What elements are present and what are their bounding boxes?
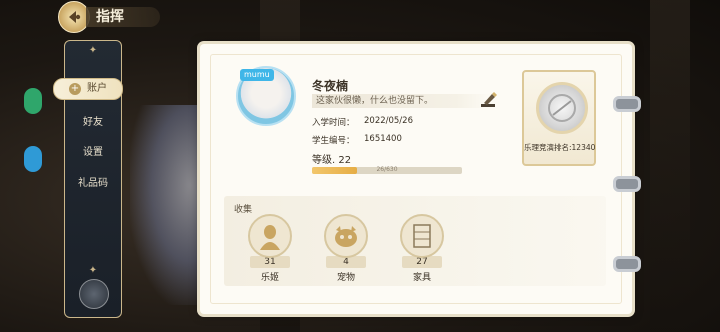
- collection-label: 家具: [412, 273, 431, 283]
- medal-icon: [536, 82, 588, 134]
- collection-item-furniture[interactable]: 27 家具: [396, 214, 448, 283]
- notebook-ring: [613, 96, 641, 112]
- collection-item-characters[interactable]: 31 乐姬: [244, 214, 296, 283]
- rank-text: 乐理竞演排名:12340: [524, 143, 596, 152]
- student-id-label: 学生编号：: [312, 136, 355, 146]
- collection-label: 宠物: [336, 273, 355, 283]
- page-title: 指挥: [86, 7, 160, 27]
- crest-icon: [79, 279, 109, 309]
- notebook-ring: [613, 256, 641, 272]
- rank-card[interactable]: 乐理竞演排名:12340: [522, 70, 596, 166]
- sidebar: ✦ + 账户 好友 设置 礼品码 ✦: [53, 40, 123, 318]
- sidebar-item-friends[interactable]: 好友: [65, 113, 121, 128]
- level-label: 等级. 22: [312, 155, 352, 166]
- sidebar-item-account[interactable]: + 账户: [53, 78, 123, 100]
- collection-label: 乐姬: [260, 273, 279, 283]
- player-name: 冬夜楠: [312, 79, 349, 93]
- student-id-value: 1651400: [364, 134, 402, 144]
- furniture-icon: [400, 214, 444, 258]
- sidebar-item-gift-code[interactable]: 礼品码: [65, 174, 121, 189]
- profile-notebook: mumu 冬夜楠 这家伙很懒，什么也没留下。 入学时间： 2022/05/26 …: [200, 44, 632, 314]
- back-arrow-icon: [69, 11, 81, 23]
- character-silhouette-icon: [248, 214, 292, 258]
- enroll-date-label: 入学时间：: [312, 118, 355, 128]
- background-pillar: [650, 0, 690, 332]
- pencil-icon: [481, 92, 497, 107]
- sidebar-item-label: 账户: [87, 83, 107, 94]
- collection-item-pets[interactable]: 4 宠物: [320, 214, 372, 283]
- sidebar-top-ornament: ✦: [88, 45, 98, 56]
- notebook-ring: [613, 176, 641, 192]
- enroll-date-value: 2022/05/26: [364, 116, 413, 126]
- plus-icon: +: [69, 83, 81, 95]
- pet-icon: [324, 214, 368, 258]
- exp-progress-text: 26/630: [376, 166, 398, 173]
- title-bar: 指挥: [58, 1, 160, 33]
- sidebar-item-settings[interactable]: 设置: [65, 143, 121, 158]
- motto-text: 这家伙很懒，什么也没留下。: [312, 94, 492, 108]
- edit-profile-button[interactable]: [478, 90, 498, 110]
- avatar-badge: mumu: [240, 69, 274, 81]
- side-app-shortcut-green[interactable]: [24, 88, 42, 114]
- sidebar-bottom-ornament: ✦: [88, 265, 98, 276]
- side-app-shortcut-blue[interactable]: [24, 146, 42, 172]
- exp-progress-bar: 26/630: [312, 166, 462, 174]
- collection-panel: 收集 31 乐姬 4 宠物 27 家具: [224, 196, 606, 286]
